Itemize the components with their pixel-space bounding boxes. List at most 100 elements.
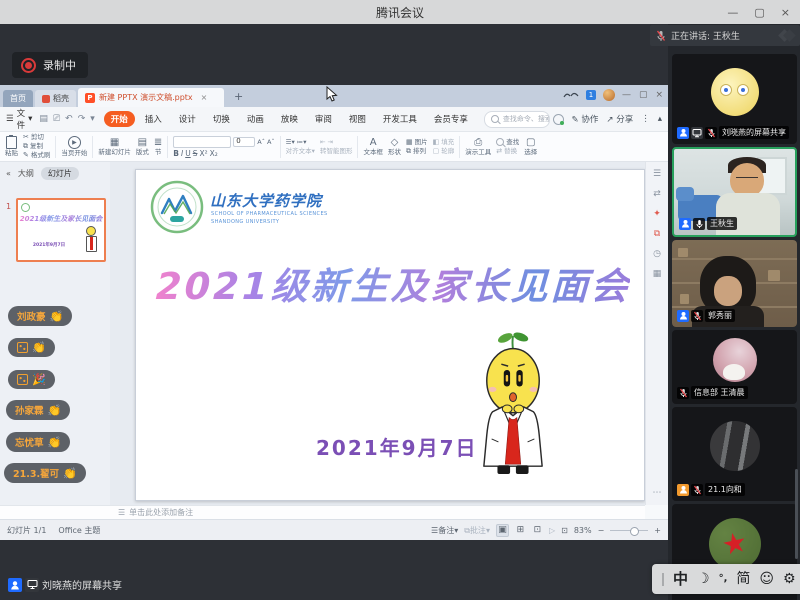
ime-punctuation-icon[interactable]: °, [719, 574, 728, 584]
tab-close-icon[interactable]: × [201, 93, 208, 102]
ime-drag-handle[interactable] [662, 573, 664, 586]
transition-icon[interactable]: ⇄ [653, 189, 661, 199]
tab-membership[interactable]: 会员专享 [427, 111, 475, 127]
panel-collapse-icon[interactable]: « [6, 169, 11, 178]
collapse-ribbon-icon[interactable]: ▴ [658, 114, 662, 124]
fill-button[interactable]: ◧填充 [433, 139, 455, 146]
participant-tile[interactable]: 21.1向和 [672, 407, 797, 501]
wps-restore-icon[interactable]: ▢ [639, 90, 648, 100]
present-tools-button[interactable]: ⎙演示工具 [465, 138, 491, 156]
picture-button[interactable]: ▦图片 [406, 139, 428, 146]
beautify-icon[interactable]: ✦ [653, 209, 661, 219]
format-painter-button[interactable]: ✎格式刷 [23, 152, 50, 159]
tab-design[interactable]: 设计 [172, 111, 203, 127]
participant-tile-sharer[interactable]: 刘晓燕的屏幕共享 [672, 54, 797, 144]
shapes-button[interactable]: ◇形状 [388, 138, 401, 156]
outline-button[interactable]: ▢轮廓 [433, 148, 455, 155]
superscript-button[interactable]: X² [199, 150, 207, 158]
paste-button[interactable]: 粘贴 [5, 136, 18, 157]
tab-slideshow[interactable]: 放映 [274, 111, 305, 127]
media-icon[interactable]: ▦ [653, 269, 662, 279]
close-button[interactable]: × [781, 6, 790, 19]
ime-settings-icon[interactable]: ⚙ [783, 572, 796, 586]
comments-toggle[interactable]: ⧉批注▾ [464, 525, 490, 536]
tab-home[interactable]: 首页 [3, 90, 33, 107]
increase-font-button[interactable]: Aˆ [257, 139, 265, 146]
more-menu-icon[interactable]: ⋮ [641, 114, 650, 124]
copy-button[interactable]: ⧉复制 [23, 143, 50, 150]
share-button[interactable]: ↗ 分享 [606, 113, 633, 125]
slide-thumbnail[interactable]: 2021级新生及家长见面会 2021年9月7日 [16, 198, 106, 262]
collaborate-button[interactable]: ✎ 协作 [572, 113, 599, 125]
italic-button[interactable]: I [181, 150, 183, 158]
select-button[interactable]: ▢选择 [524, 138, 537, 156]
minimize-button[interactable]: — [727, 6, 738, 19]
find-button[interactable]: 查找 [496, 138, 519, 146]
section-button[interactable]: ≣节 [154, 138, 162, 156]
underline-button[interactable]: U [185, 150, 191, 158]
template-icon[interactable]: ⧉ [654, 229, 660, 239]
textbox-button[interactable]: A文本框 [363, 138, 383, 156]
normal-view-icon[interactable]: ▣ [496, 524, 509, 537]
tab-view[interactable]: 视图 [342, 111, 373, 127]
zoom-in-button[interactable]: + [654, 526, 661, 535]
slides-tab[interactable]: 幻灯片 [41, 167, 79, 180]
slide-canvas[interactable]: 山东大学药学院 SCHOOL OF PHARMACEUTICAL SCIENCE… [135, 169, 645, 501]
save-icon[interactable]: ▤ [39, 114, 48, 124]
undo-icon[interactable]: ↶ [65, 114, 73, 124]
tab-transition[interactable]: 切换 [206, 111, 237, 127]
reading-view-icon[interactable]: ⊡ [532, 525, 543, 536]
wps-minimize-icon[interactable]: — [622, 90, 631, 100]
font-name-select[interactable] [173, 136, 231, 148]
tab-review[interactable]: 审阅 [308, 111, 339, 127]
editing-canvas[interactable]: 山东大学药学院 SCHOOL OF PHARMACEUTICAL SCIENCE… [110, 162, 645, 505]
redo-icon[interactable]: ↷ [78, 114, 86, 124]
file-menu[interactable]: ☰文件▾ [6, 107, 32, 131]
sorter-view-icon[interactable]: ⊞ [515, 525, 526, 536]
font-size-select[interactable]: 0 [233, 137, 255, 147]
history-icon[interactable]: ◷ [653, 249, 661, 259]
zoom-out-button[interactable]: − [598, 526, 605, 535]
cut-button[interactable]: ✂剪切 [23, 134, 50, 141]
zoom-slider[interactable] [610, 530, 648, 531]
ime-lang-toggle[interactable]: 中 [673, 572, 688, 587]
play-from-current-button[interactable]: ▶当页开始 [61, 136, 87, 157]
strikethrough-button[interactable]: S [193, 150, 198, 158]
play-slideshow-icon[interactable]: ▷ [549, 526, 555, 535]
arrange-button[interactable]: ⧉排列 [406, 148, 428, 155]
notes-toggle[interactable]: ☰备注▾ [431, 525, 458, 536]
bold-button[interactable]: B [173, 150, 179, 158]
properties-icon[interactable]: ☰ [653, 169, 661, 179]
fit-window-icon[interactable]: ⊡ [561, 526, 568, 535]
qat-more-icon[interactable]: ▾ [90, 114, 95, 124]
participant-tile[interactable]: 郭秀丽 [672, 240, 797, 327]
zoom-level[interactable]: 83% [574, 526, 592, 535]
zoom-slider-thumb[interactable] [630, 527, 639, 536]
new-tab-button[interactable]: + [234, 90, 243, 103]
participant-tile[interactable]: 信息部 王清晨 [672, 330, 797, 404]
tab-animation[interactable]: 动画 [240, 111, 271, 127]
tab-docer[interactable]: 稻壳 [35, 90, 76, 107]
participant-tile-speaker[interactable]: 王秋生 [672, 147, 797, 237]
indent-icons[interactable]: ⇤ ⇥ [320, 139, 333, 146]
layout-button[interactable]: ▤版式 [136, 138, 149, 156]
decrease-font-button[interactable]: Aˇ [267, 139, 275, 146]
align-text-button[interactable]: 对齐文本▾ [286, 148, 315, 155]
maximize-button[interactable]: ▢ [754, 6, 764, 19]
smart-graphic-button[interactable]: 转智能图形 [320, 148, 353, 155]
new-slide-button[interactable]: ▦新建幻灯片 [98, 138, 131, 156]
notes-bar[interactable]: ☰ 单击此处添加备注 [0, 505, 645, 519]
command-search-input[interactable]: 查找命令、搜索模板 [484, 111, 550, 128]
wps-close-icon[interactable]: × [655, 90, 663, 100]
ime-halfwidth-icon[interactable]: ☽ [697, 572, 710, 586]
tab-developer[interactable]: 开发工具 [376, 111, 424, 127]
tab-home-ribbon[interactable]: 开始 [104, 111, 135, 127]
replace-button[interactable]: ⇄替换 [496, 148, 519, 155]
print-icon[interactable]: ⎚ [53, 114, 60, 124]
sidebar-scrollbar[interactable] [795, 469, 798, 559]
notification-badge[interactable]: 1 [586, 90, 596, 100]
account-avatar[interactable] [603, 89, 615, 101]
ime-emoji-icon[interactable]: ☺ [759, 572, 774, 586]
ime-simplified-toggle[interactable]: 简 [736, 572, 750, 586]
outline-tab[interactable]: 大纲 [18, 168, 34, 179]
